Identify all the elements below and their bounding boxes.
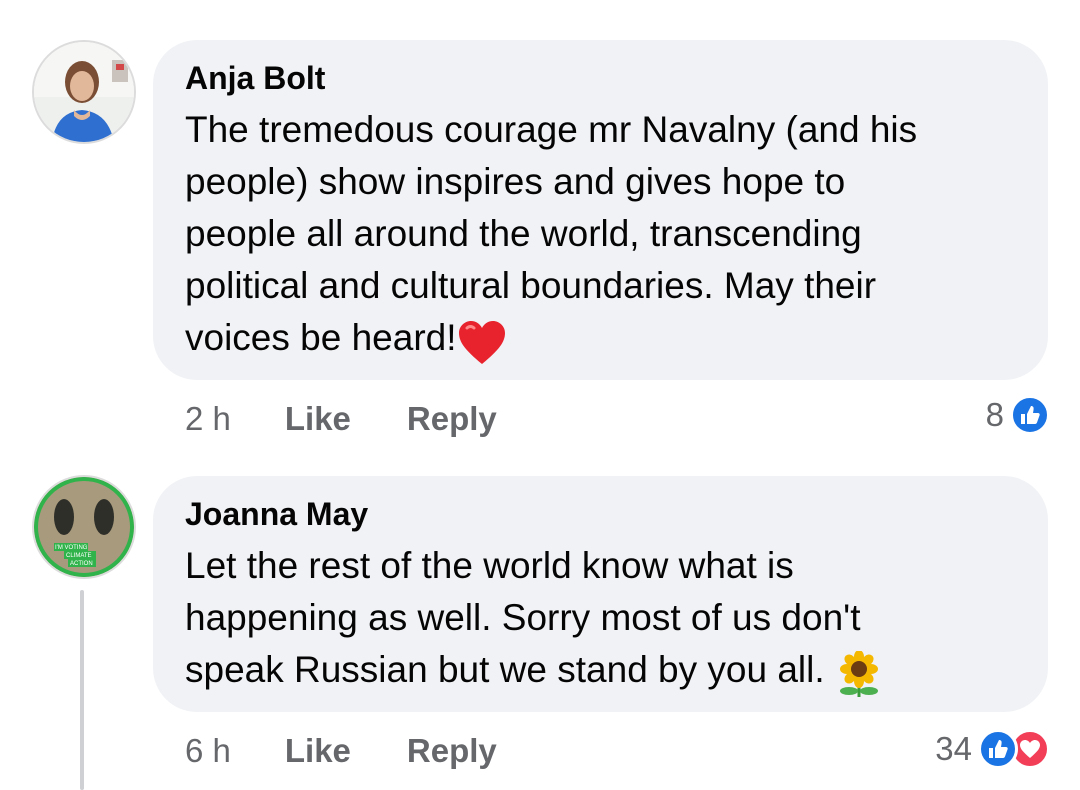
reaction-summary[interactable]: 34 bbox=[935, 727, 1050, 771]
comment-text: The tremedous courage mr Navalny (and hi… bbox=[185, 109, 918, 358]
like-button[interactable]: Like bbox=[285, 732, 351, 770]
author-name[interactable]: Anja Bolt bbox=[185, 56, 1016, 100]
avatar-overlay-line2: CLIMATE bbox=[66, 553, 92, 559]
reaction-count: 8 bbox=[985, 396, 1004, 433]
avatar-overlay-line1: I'M VOTING bbox=[55, 545, 88, 551]
timestamp[interactable]: 6 h bbox=[185, 732, 231, 770]
avatar[interactable]: I'M VOTING CLIMATE ACTION bbox=[32, 475, 136, 579]
comment-text: Let the rest of the world know what is h… bbox=[185, 545, 861, 690]
like-icon bbox=[1010, 395, 1050, 435]
reply-button[interactable]: Reply bbox=[407, 732, 497, 770]
like-button[interactable]: Like bbox=[285, 400, 351, 438]
reaction-summary[interactable]: 8 bbox=[986, 393, 1050, 437]
sunflower-emoji bbox=[835, 650, 883, 704]
like-icon bbox=[978, 729, 1018, 769]
comment-actions: 2 h Like Reply bbox=[185, 397, 553, 441]
comment-bubble: Anja Bolt The tremedous courage mr Naval… bbox=[153, 40, 1048, 380]
avatar[interactable] bbox=[32, 40, 136, 144]
author-name[interactable]: Joanna May bbox=[185, 492, 1016, 536]
comment-actions: 6 h Like Reply bbox=[185, 729, 553, 773]
reply-button[interactable]: Reply bbox=[407, 400, 497, 438]
red-heart-emoji bbox=[457, 320, 507, 371]
reaction-count: 34 bbox=[935, 730, 972, 767]
avatar-overlay-line3: ACTION bbox=[70, 561, 93, 567]
reply-thread-line bbox=[80, 590, 84, 790]
comment-bubble: Joanna May Let the rest of the world kno… bbox=[153, 476, 1048, 712]
timestamp[interactable]: 2 h bbox=[185, 400, 231, 438]
